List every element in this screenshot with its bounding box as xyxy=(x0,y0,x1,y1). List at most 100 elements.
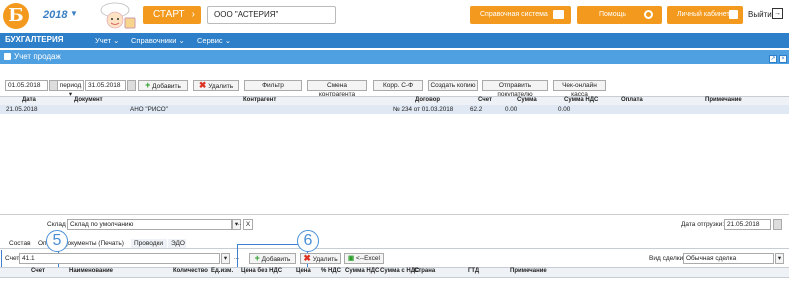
panel-header xyxy=(0,50,789,64)
organization-selector[interactable]: ООО "АСТЕРИЯ" xyxy=(207,6,336,24)
online-check-button[interactable]: Чек-онлайн касса xyxy=(553,80,606,98)
close-icon[interactable]: × xyxy=(779,55,787,63)
warehouse-select[interactable]: Склад по умолчанию xyxy=(67,219,232,230)
col-price[interactable]: Цена xyxy=(296,268,311,274)
nav-item-label: Справочники xyxy=(131,36,177,45)
col-contractor[interactable]: Контрагент xyxy=(243,97,276,103)
change-contractor-button[interactable]: Смена контрагента xyxy=(307,80,367,98)
more-icon[interactable]: ... xyxy=(236,221,241,227)
lifebuoy-icon xyxy=(644,10,653,19)
col-document[interactable]: Документ xyxy=(74,97,103,103)
exit-icon[interactable]: → xyxy=(772,8,783,19)
create-copy-button[interactable]: Создать копию xyxy=(428,80,478,91)
col-note[interactable]: Примечание xyxy=(705,97,742,103)
corr-sf-button[interactable]: Корр. С-Ф xyxy=(373,80,423,91)
deal-type-label: Вид сделки: xyxy=(649,255,686,262)
col-unit[interactable]: Ед.изм. xyxy=(211,268,233,274)
ship-date-label: Дата отгрузки: xyxy=(681,221,725,228)
cell-account: 62.2 xyxy=(470,106,483,113)
nav-brand[interactable]: БУХГАЛТЕРИЯ xyxy=(5,35,63,44)
panel-title: Учет продаж xyxy=(14,52,61,61)
col-gtd[interactable]: ГТД xyxy=(468,268,479,274)
nav-item-servis[interactable]: Сервис ⌄ xyxy=(197,36,231,45)
tab-sostav[interactable]: Состав xyxy=(6,239,31,248)
account-select[interactable]: 41.1 xyxy=(19,253,220,264)
col-payment[interactable]: Оплата xyxy=(621,97,643,103)
bottom-add-button[interactable]: + Добавить xyxy=(249,253,296,264)
date-to-field[interactable]: 31.05.2018 xyxy=(85,80,126,91)
plus-icon: + xyxy=(145,80,151,90)
period-selector[interactable]: период ▾ xyxy=(57,80,84,98)
cell-date: 21.05.2018 xyxy=(6,106,38,113)
user-card-icon xyxy=(729,10,738,19)
col-name[interactable]: Наименование xyxy=(69,268,113,274)
start-button[interactable]: СТАРТ › xyxy=(143,6,201,24)
chevron-down-icon[interactable]: ▼ xyxy=(70,9,78,18)
col-note[interactable]: Примечание xyxy=(510,268,547,274)
items-table-header: Счет Наименование Количество Ед.изм. Цен… xyxy=(0,267,789,278)
add-label: Добавить xyxy=(261,256,291,263)
callout-marker: 6 xyxy=(297,230,319,252)
exit-link[interactable]: Выйти xyxy=(748,10,772,19)
col-vat-rate[interactable]: % НДС xyxy=(321,268,341,274)
nav-item-uchet[interactable]: Учет ⌄ xyxy=(95,36,119,45)
personal-cabinet-label: Личный кабинет xyxy=(677,11,730,18)
tab-provodki[interactable]: Проводки xyxy=(131,239,167,248)
send-to-buyer-button[interactable]: Отправить покупателю xyxy=(482,80,548,98)
table-row[interactable]: 21.05.2018 АНО "РИСО" № 234 от 01.03.201… xyxy=(0,105,789,114)
date-from-field[interactable]: 01.05.2018 xyxy=(5,80,48,91)
tab-edo[interactable]: ЭДО xyxy=(168,239,186,248)
nav-item-spravochniki[interactable]: Справочники ⌄ xyxy=(131,36,185,45)
help-label: Помощь xyxy=(599,11,627,18)
period-label: период xyxy=(59,82,82,89)
col-account[interactable]: Счет xyxy=(31,268,45,274)
delete-label: Удалить xyxy=(208,83,234,90)
help-system-button[interactable]: Справочная система xyxy=(470,6,571,24)
col-price-no-vat[interactable]: Цена без НДС xyxy=(241,268,282,274)
col-vat[interactable]: Сумма НДС xyxy=(564,97,598,103)
ship-date-field[interactable]: 21.05.2018 xyxy=(724,219,771,230)
col-date[interactable]: Дата xyxy=(22,97,36,103)
personal-cabinet-button[interactable]: Личный кабинет xyxy=(667,6,743,24)
clear-icon[interactable]: X xyxy=(243,219,253,230)
plus-icon: + xyxy=(254,253,260,263)
nav-item-label: Сервис xyxy=(197,36,223,45)
add-button[interactable]: + Добавить xyxy=(138,80,188,91)
excel-import-button[interactable]: ▣ <--Excel xyxy=(344,253,384,264)
calendar-icon[interactable] xyxy=(773,219,782,230)
app-logo[interactable]: Б xyxy=(3,3,29,29)
col-quantity[interactable]: Количество xyxy=(173,268,208,274)
start-label: СТАРТ xyxy=(153,9,185,20)
delete-button[interactable]: ✖ Удалить xyxy=(193,80,239,91)
restore-icon[interactable]: ↗ xyxy=(769,55,777,63)
bottom-delete-button[interactable]: ✖ Удалить xyxy=(300,253,341,264)
excel-icon: ▣ xyxy=(348,255,355,262)
year-selector[interactable]: 2018 xyxy=(43,9,67,21)
col-sum[interactable]: Сумма xyxy=(517,97,537,103)
chef-mascot-icon xyxy=(100,2,136,29)
organization-name: ООО "АСТЕРИЯ" xyxy=(214,10,279,19)
cell-contractor: АНО "РИСО" xyxy=(130,106,168,113)
col-account[interactable]: Счет xyxy=(478,97,492,103)
help-system-label: Справочная система xyxy=(480,11,548,18)
delete-icon: ✖ xyxy=(198,80,207,90)
book-icon xyxy=(553,10,564,19)
chevron-down-icon[interactable]: ▾ xyxy=(775,253,784,264)
nav-item-label: Учет xyxy=(95,36,112,45)
col-contract[interactable]: Договор xyxy=(415,97,440,103)
delete-icon: ✖ xyxy=(303,253,311,263)
chevron-right-icon: › xyxy=(191,9,195,20)
tab-documents-print[interactable]: Документы (Печать) xyxy=(60,239,130,248)
add-label: Добавить xyxy=(152,83,181,90)
col-vat-sum[interactable]: Сумма НДС xyxy=(345,268,379,274)
col-country[interactable]: Страна xyxy=(414,268,435,274)
warehouse-label: Склад xyxy=(47,221,66,228)
delete-label: Удалить xyxy=(312,256,338,263)
filter-button[interactable]: Фильтр xyxy=(244,80,302,91)
calendar-icon[interactable] xyxy=(127,80,136,91)
chevron-down-icon[interactable]: ▾ xyxy=(221,253,230,264)
help-button[interactable]: Помощь xyxy=(577,6,662,24)
table-body xyxy=(0,114,789,215)
deal-type-select[interactable]: Обычная сделка xyxy=(683,253,774,264)
tabs-divider xyxy=(0,248,789,249)
